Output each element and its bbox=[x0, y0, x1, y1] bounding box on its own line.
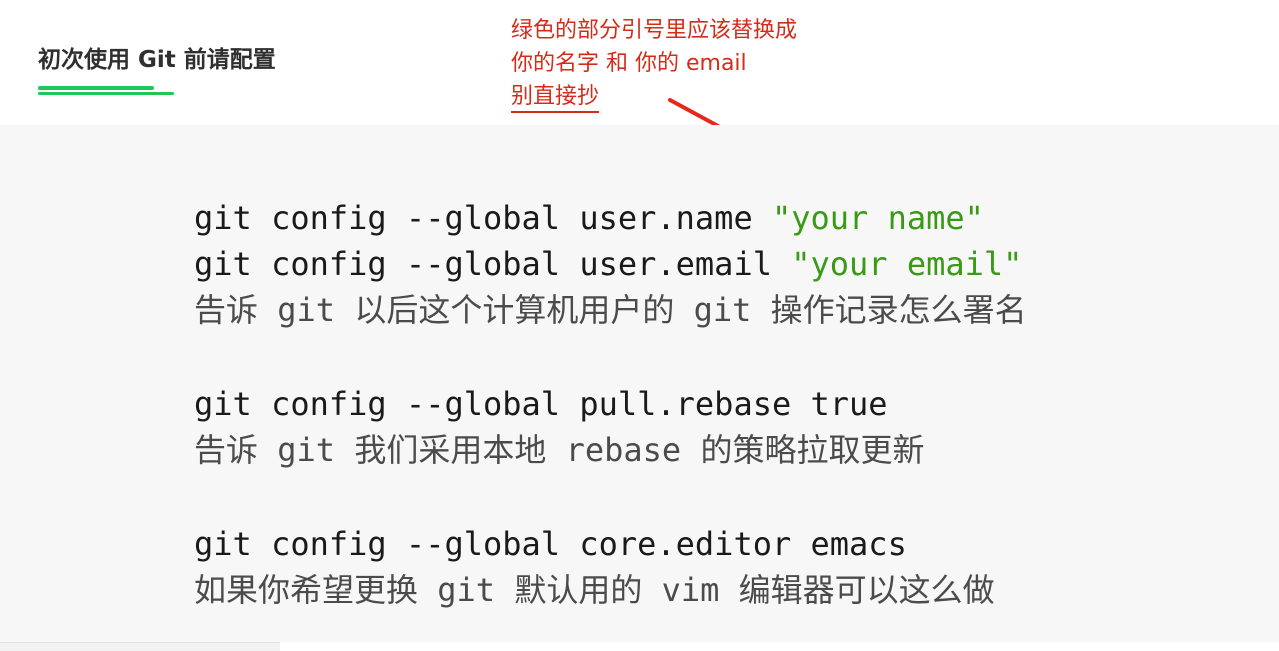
title-underline-secondary bbox=[38, 92, 174, 95]
code-comment-signature: 告诉 git 以后这个计算机用户的 git 操作记录怎么署名 bbox=[194, 291, 1027, 329]
code-line-pull-rebase: git config --global pull.rebase true bbox=[194, 385, 888, 423]
code-line-core-editor: git config --global core.editor emacs bbox=[194, 525, 907, 563]
code-block: git config --global user.name "your name… bbox=[0, 125, 1279, 642]
annotation-line-2: 你的名字 和 你的 email bbox=[511, 51, 747, 76]
bottom-panel-edge bbox=[0, 642, 280, 651]
code-spacer bbox=[194, 473, 1027, 521]
code-comment-rebase: 告诉 git 我们采用本地 rebase 的策略拉取更新 bbox=[194, 431, 925, 469]
section-title: 初次使用 Git 前请配置 bbox=[38, 47, 276, 73]
string-placeholder: "your name" bbox=[771, 199, 984, 237]
code-content: git config --global user.name "your name… bbox=[194, 195, 1027, 613]
title-underline bbox=[38, 86, 154, 90]
annotation-line-3: 别直接抄 bbox=[511, 82, 600, 113]
code-line-user-email: git config --global user.email "your ema… bbox=[194, 241, 1027, 287]
command-text: git config --global user.email bbox=[194, 245, 792, 283]
string-placeholder: "your email" bbox=[791, 245, 1023, 283]
annotation-line-1: 绿色的部分引号里应该替换成 bbox=[511, 18, 798, 43]
command-text: git config --global user.name bbox=[194, 199, 772, 237]
code-comment-editor: 如果你希望更换 git 默认用的 vim 编辑器可以这么做 bbox=[194, 571, 995, 609]
code-spacer bbox=[194, 333, 1027, 381]
code-line-user-name: git config --global user.name "your name… bbox=[194, 195, 1027, 241]
